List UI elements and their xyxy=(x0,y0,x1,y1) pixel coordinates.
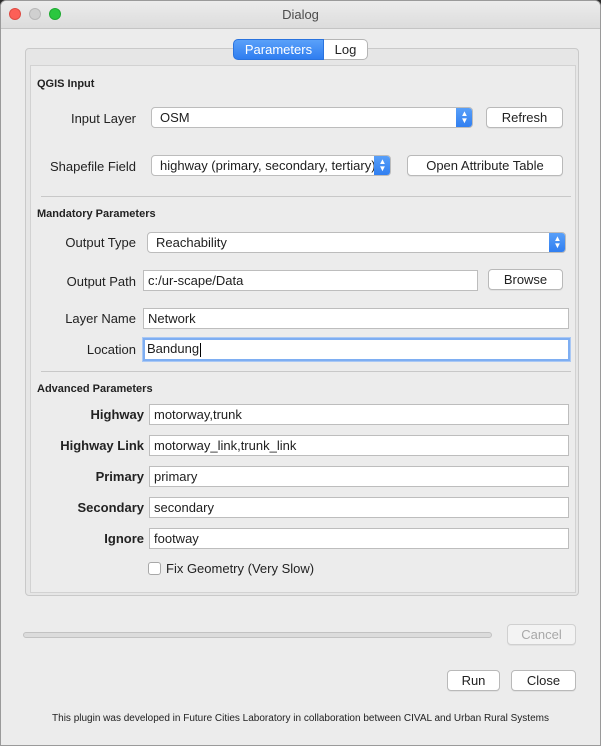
input-layer-label: Input Layer xyxy=(70,111,136,126)
primary-label: Primary xyxy=(95,469,144,484)
output-type-combo[interactable]: Reachability ▲ ▼ xyxy=(147,232,566,253)
tab-parameters[interactable]: Parameters xyxy=(233,39,324,60)
shapefile-field-combo[interactable]: highway (primary, secondary, tertiary) ▲… xyxy=(151,155,391,176)
open-attribute-table-button[interactable]: Open Attribute Table xyxy=(407,155,563,176)
secondary-label: Secondary xyxy=(77,500,144,515)
updown-arrow-icon: ▲ ▼ xyxy=(456,108,472,127)
cancel-button[interactable]: Cancel xyxy=(507,624,576,645)
location-input[interactable]: Bandung xyxy=(143,338,570,361)
section-divider xyxy=(41,371,571,372)
fix-geometry-label[interactable]: Fix Geometry (Very Slow) xyxy=(166,561,314,576)
close-button[interactable]: Close xyxy=(511,670,576,691)
footer-credit: This plugin was developed in Future Citi… xyxy=(52,713,549,724)
parameters-scroll-area: QGIS Input Input Layer OSM ▲ ▼ Refresh Sh… xyxy=(30,65,576,593)
tab-bar: Parameters Log xyxy=(233,39,368,60)
advanced-parameters-title: Advanced Parameters xyxy=(37,383,153,395)
highway-input[interactable]: motorway,trunk xyxy=(149,404,569,425)
parameters-panel: QGIS Input Input Layer OSM ▲ ▼ Refresh Sh… xyxy=(25,48,579,596)
window-title: Dialog xyxy=(282,7,319,22)
ignore-input[interactable]: footway xyxy=(149,528,569,549)
input-layer-value: OSM xyxy=(160,110,190,125)
primary-input[interactable]: primary xyxy=(149,466,569,487)
location-value: Bandung xyxy=(147,341,200,356)
dialog-window: Dialog Parameters Log QGIS Input Input L… xyxy=(0,0,601,746)
refresh-button[interactable]: Refresh xyxy=(486,107,563,128)
output-type-value: Reachability xyxy=(156,235,227,250)
tab-log[interactable]: Log xyxy=(324,39,368,60)
qgis-input-title: QGIS Input xyxy=(37,78,95,90)
layer-name-input[interactable]: Network xyxy=(143,308,569,329)
shapefile-field-label: Shapefile Field xyxy=(50,159,136,174)
output-path-label: Output Path xyxy=(66,274,136,289)
highway-link-label: Highway Link xyxy=(60,438,144,453)
fix-geometry-checkbox[interactable] xyxy=(148,562,161,575)
updown-arrow-icon: ▲ ▼ xyxy=(374,156,390,175)
shapefile-field-value: highway (primary, secondary, tertiary) xyxy=(160,158,376,173)
progress-bar xyxy=(23,632,492,638)
section-divider xyxy=(41,196,571,197)
ignore-label: Ignore xyxy=(104,531,144,546)
text-caret xyxy=(200,342,202,357)
input-layer-combo[interactable]: OSM ▲ ▼ xyxy=(151,107,473,128)
browse-button[interactable]: Browse xyxy=(488,269,563,290)
location-label: Location xyxy=(86,342,136,357)
title-bar[interactable]: Dialog xyxy=(1,1,600,29)
mandatory-parameters-title: Mandatory Parameters xyxy=(37,208,156,220)
highway-label: Highway xyxy=(90,407,144,422)
secondary-input[interactable]: secondary xyxy=(149,497,569,518)
output-path-input[interactable]: c:/ur-scape/Data xyxy=(143,270,478,291)
run-button[interactable]: Run xyxy=(447,670,500,691)
layer-name-label: Layer Name xyxy=(65,311,136,326)
highway-link-input[interactable]: motorway_link,trunk_link xyxy=(149,435,569,456)
output-type-label: Output Type xyxy=(65,235,136,250)
updown-arrow-icon: ▲ ▼ xyxy=(549,233,565,252)
